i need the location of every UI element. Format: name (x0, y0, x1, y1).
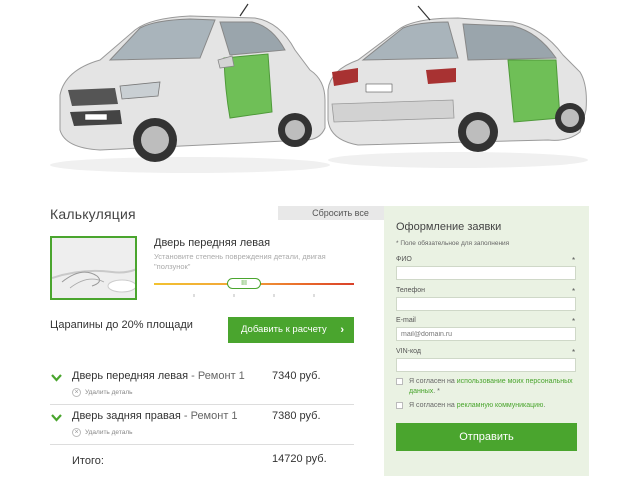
name-field[interactable] (396, 266, 576, 280)
add-button-label: Добавить к расчету (241, 324, 327, 335)
consent-personal-data: Я согласен на использование моих персона… (396, 377, 581, 397)
email-label: E-mail (396, 317, 416, 324)
car-front-image (50, 3, 330, 173)
repair-price: 7380 руб. (272, 410, 321, 422)
vin-label: VIN-код (396, 348, 421, 355)
chevron-right-icon: › (340, 324, 344, 336)
remove-part-label: Удалить деталь (85, 389, 133, 397)
damage-slider[interactable]: III (154, 278, 354, 289)
name-label: ФИО (396, 256, 412, 263)
total-value: 14720 руб. (272, 453, 327, 465)
consent-prefix: Я согласен на (409, 402, 457, 409)
remove-part-link[interactable]: × Удалить деталь (72, 388, 133, 397)
consent-prefix: Я согласен на (409, 378, 457, 385)
consent-suffix: . (543, 402, 546, 409)
required-mark: * (572, 287, 576, 296)
divider (50, 404, 354, 405)
chevron-down-icon[interactable] (51, 414, 62, 422)
part-thumbnail (50, 236, 137, 300)
add-to-calculation-button[interactable]: Добавить к расчету › (228, 317, 354, 343)
order-form-title: Оформление заявки (396, 221, 502, 233)
phone-label: Телефон (396, 287, 426, 294)
damage-slider-ticks (193, 294, 315, 297)
chevron-down-icon[interactable] (51, 374, 62, 382)
repair-item-name: Дверь задняя правая - Ремонт 1 (72, 410, 238, 422)
vin-field[interactable] (396, 358, 576, 372)
required-mark: * (572, 256, 576, 265)
remove-part-label: Удалить деталь (85, 429, 133, 437)
order-form: Оформление заявки * Поле обязательное дл… (384, 206, 589, 476)
close-circle-icon: × (72, 428, 81, 437)
repair-type: - Ремонт 1 (180, 410, 238, 422)
damage-description: Царапины до 20% площади (50, 319, 193, 331)
email-field[interactable] (396, 327, 576, 341)
required-mark: * (572, 348, 576, 357)
car-back-image (327, 5, 588, 168)
consent-personal-data-text: Я согласен на использование моих персона… (396, 377, 581, 397)
consent-advertising-checkbox[interactable] (396, 402, 403, 409)
calculator-title: Калькуляция (50, 206, 136, 222)
part-name: Дверь передняя левая (154, 237, 271, 249)
repair-part-name: Дверь задняя правая (72, 410, 181, 422)
repair-type: - Ремонт 1 (188, 370, 245, 382)
phone-field[interactable] (396, 297, 576, 311)
close-circle-icon: × (72, 388, 81, 397)
repair-part-name: Дверь передняя левая (72, 370, 189, 382)
consent-advertising: Я согласен на рекламную коммуникацию. (396, 401, 581, 411)
divider (50, 444, 354, 445)
required-mark: * (572, 317, 576, 326)
repair-price: 7340 руб. (272, 370, 321, 382)
total-label: Итого: (72, 455, 104, 467)
repair-item-name: Дверь передняя левая - Ремонт 1 (72, 370, 245, 382)
damage-slider-knob[interactable]: III (227, 278, 261, 289)
consent-advertising-text: Я согласен на рекламную коммуникацию. (396, 401, 581, 411)
consent-personal-data-checkbox[interactable] (396, 378, 403, 385)
remove-part-link[interactable]: × Удалить деталь (72, 428, 133, 437)
advertising-link[interactable]: рекламную коммуникацию (457, 402, 544, 409)
consent-suffix: . * (433, 388, 440, 395)
door-closeup-image (52, 238, 135, 298)
submit-button[interactable]: Отправить (396, 423, 577, 451)
required-note: * Поле обязательное для заполнения (396, 240, 510, 247)
part-hint: Установите степень повреждения детали, д… (154, 252, 326, 271)
